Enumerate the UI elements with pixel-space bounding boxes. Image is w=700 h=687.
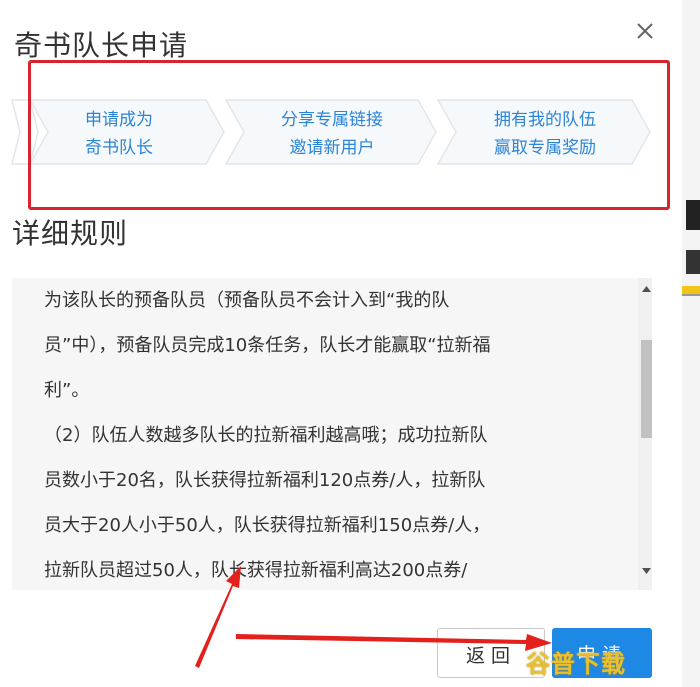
background-text-fragment xyxy=(686,250,700,274)
dialog-title: 奇书队长申请 xyxy=(14,29,189,62)
rules-title: 详细规则 xyxy=(12,217,129,250)
rules-line: 员大于20人小于50人，队长获得拉新福利150点券/人， xyxy=(44,515,491,536)
watermark-logo: 谷普下载 xyxy=(526,650,626,678)
background-yellow-bar xyxy=(682,286,700,294)
background-text-fragment xyxy=(686,200,700,230)
rules-line: （2）队伍人数越多队长的拉新福利越高哦；成功拉新队 xyxy=(44,425,488,446)
scroll-down-icon[interactable] xyxy=(642,568,651,574)
scrollbar-thumb[interactable] xyxy=(641,340,652,438)
rules-scrollbar[interactable] xyxy=(638,278,652,590)
rules-text: 为该队长的预备队员（预备队员不会计入到“我的队 员”中），预备队员完成10条任务… xyxy=(44,278,609,590)
background-page-strip xyxy=(682,0,700,687)
rules-line: 为该队长的预备队员（预备队员不会计入到“我的队 xyxy=(44,290,450,311)
rules-line: 员数小于20名，队长获得拉新福利120点券/人，拉新队 xyxy=(44,470,486,491)
rules-panel[interactable]: 为该队长的预备队员（预备队员不会计入到“我的队 员”中），预备队员完成10条任务… xyxy=(12,278,652,590)
rules-line: 拉新队员超过50人，队长获得拉新福利高达200点券/ xyxy=(44,560,468,581)
close-icon[interactable] xyxy=(630,16,660,46)
captain-application-dialog: 奇书队长申请 申请成为 奇书队长 分享专属链接 邀请新用户 拥有我的队伍 赢取专… xyxy=(0,0,682,687)
rules-line: 利”。 xyxy=(44,380,90,401)
background-divider xyxy=(682,294,700,296)
scroll-up-icon[interactable] xyxy=(642,286,651,292)
steps-highlight-box xyxy=(28,60,670,210)
rules-line: 员”中），预备队员完成10条任务，队长才能赢取“拉新福 xyxy=(44,335,491,356)
